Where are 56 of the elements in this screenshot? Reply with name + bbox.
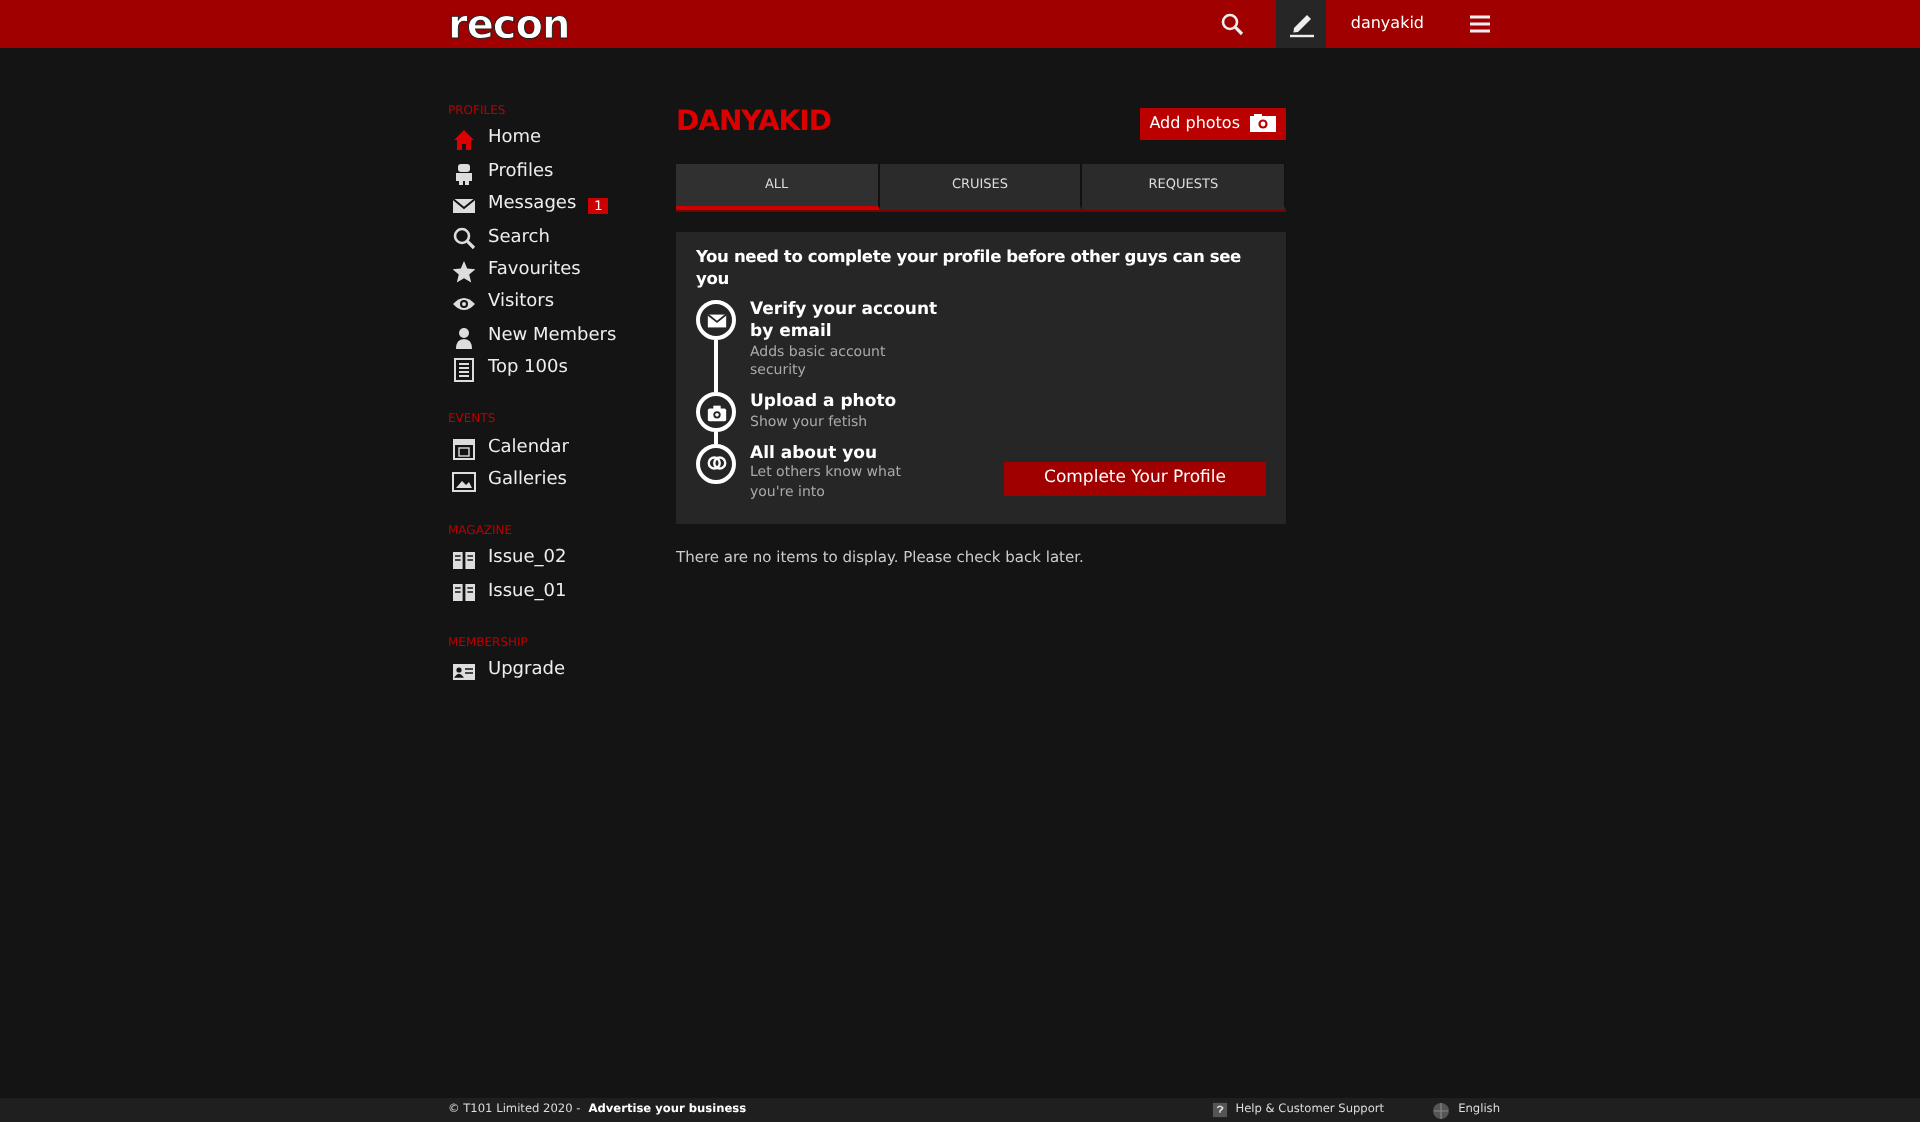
book-icon <box>452 580 476 605</box>
envelope-icon <box>705 309 727 332</box>
step-title: Verify your account by email <box>750 300 940 344</box>
book-icon <box>452 548 476 573</box>
camera-icon <box>705 401 727 424</box>
profile-name: DANYAKID <box>676 104 831 142</box>
search-icon <box>1220 12 1245 36</box>
picture-icon <box>452 469 476 494</box>
username-link[interactable]: danyakid <box>1350 12 1424 36</box>
sidebar-label: Galleries <box>488 467 567 494</box>
sidebar-label: Top 100s <box>488 356 568 383</box>
camera-icon <box>1250 114 1276 132</box>
sidebar-item[interactable]: New Members <box>448 320 676 354</box>
home-icon <box>452 128 476 153</box>
panel-title: You need to complete your profile before other guys can see you <box>696 245 1243 289</box>
sidebar-item[interactable]: Galleries <box>448 465 676 498</box>
envelope-icon <box>452 193 476 218</box>
sidebar-item[interactable]: Profiles <box>448 156 676 190</box>
edit-button[interactable] <box>1276 0 1327 48</box>
search-icon <box>452 226 476 251</box>
sidebar-label: Home <box>488 126 542 153</box>
step-title: Upload a photo <box>750 392 899 414</box>
sidebar-label: New Members <box>488 323 617 350</box>
add-photos-button[interactable]: Add photos <box>1139 107 1286 139</box>
help-icon <box>1211 1102 1228 1118</box>
menu-icon <box>1468 12 1492 36</box>
robot-icon <box>452 161 476 186</box>
id-card-icon <box>452 659 476 684</box>
sidebar-label: Upgrade <box>488 658 565 685</box>
complete-profile-button[interactable]: Complete Your Profile <box>1004 461 1266 496</box>
sidebar-item[interactable]: Search <box>448 222 676 256</box>
sidebar-label: Profiles <box>488 159 554 186</box>
sidebar-label: Favourites <box>488 258 581 284</box>
rings-icon <box>705 452 727 475</box>
person-icon <box>452 325 476 350</box>
globe-icon <box>1432 1101 1451 1119</box>
sidebar-label: Calendar <box>488 435 569 462</box>
sidebar-item[interactable]: Home <box>448 124 676 157</box>
calendar-icon <box>452 436 476 461</box>
sidebar-item[interactable]: Issue_01 <box>448 576 676 610</box>
sidebar-label: Messages <box>488 192 577 219</box>
sidebar-item[interactable]: Calendar <box>448 432 676 466</box>
sidebar-item[interactable]: Issue_02 <box>448 543 676 577</box>
step-title: All about you <box>750 443 880 465</box>
sidebar-label: Issue_01 <box>488 579 567 606</box>
sidebar-label: Search <box>488 225 550 252</box>
site-logo[interactable]: recon <box>448 4 570 44</box>
sidebar-label: Issue_02 <box>488 546 567 573</box>
sidebar-item[interactable]: Favourites <box>448 255 676 288</box>
sidebar-item[interactable]: Upgrade <box>448 655 676 689</box>
pencil-icon <box>1287 10 1316 38</box>
sidebar-label: Visitors <box>488 290 555 317</box>
sidebar-item[interactable]: Top 100s <box>448 353 676 387</box>
sidebar-item[interactable]: Visitors <box>448 287 676 321</box>
star-icon <box>452 259 476 284</box>
list-icon <box>452 357 476 382</box>
